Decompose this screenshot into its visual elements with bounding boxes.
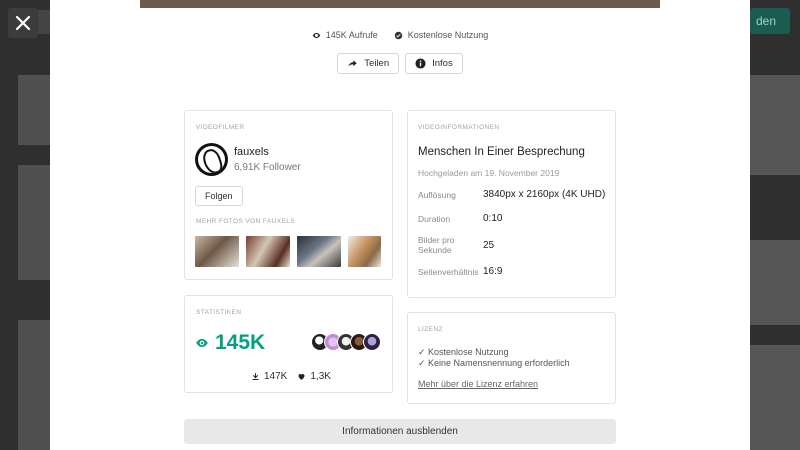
backdrop-left-button: [38, 10, 50, 34]
avatar-logo-icon: [198, 146, 225, 173]
total-views-value: 145K: [215, 331, 266, 354]
eye-icon: [312, 32, 320, 38]
license-label: Kostenlose Nutzung: [407, 30, 489, 40]
likes-stat: 1,3K: [297, 371, 331, 382]
info-value: 0:10: [483, 213, 503, 224]
info-value: 3840px x 2160px (4K UHD): [483, 189, 606, 200]
total-views: 145K: [195, 331, 265, 355]
more-photos-caption: MEHR FOTOS VON FAUXELS: [196, 218, 295, 225]
info-key: Seitenverhältnis: [418, 266, 479, 277]
license-link[interactable]: Mehr über die Lizenz erfahren: [418, 379, 538, 389]
backdrop-left-column: [0, 0, 50, 450]
backdrop-thumbnail: [750, 75, 800, 175]
photographer-name[interactable]: fauxels: [234, 146, 269, 158]
likes-value: 1,3K: [310, 371, 331, 382]
downloads-value: 147K: [264, 371, 288, 382]
backdrop-thumbnail: [750, 240, 800, 325]
license-stat: Kostenlose Nutzung: [394, 30, 489, 40]
recent-viewers: [311, 333, 381, 351]
sub-stats: 147K 1,3K: [251, 371, 331, 382]
backdrop-cta-button: den: [750, 8, 790, 34]
follower-count: 6,91K Follower: [234, 162, 301, 173]
heart-icon: [298, 374, 305, 380]
license-card: LIZENZ ✓ Kostenlose Nutzung ✓ Keine Name…: [407, 312, 616, 404]
video-info-caption: VIDEOINFORMATIONEN: [418, 124, 500, 131]
info-label: Infos: [432, 58, 453, 69]
backdrop-thumbnail: [750, 345, 800, 450]
info-value: 16:9: [483, 266, 503, 277]
info-row-resolution: Auflösung 3840px x 2160px (4K UHD): [418, 189, 608, 200]
info-icon: [415, 58, 426, 69]
video-info-card: VIDEOINFORMATIONEN Menschen In Einer Bes…: [407, 110, 616, 298]
photo-thumbnail[interactable]: [195, 236, 239, 267]
statistics-card: STATISTIKEN 145K 147K 1,3K: [184, 295, 393, 393]
backdrop-thumbnail: [18, 165, 50, 280]
more-photos-list: [195, 236, 381, 267]
action-buttons: Teilen Infos: [50, 53, 750, 74]
video-details-modal: 145K Aufrufe Kostenlose Nutzung Teilen I…: [50, 0, 750, 450]
statistics-caption: STATISTIKEN: [196, 309, 242, 316]
info-value: 25: [483, 239, 495, 251]
license-caption: LIZENZ: [418, 326, 443, 333]
views-label: 145K Aufrufe: [325, 30, 378, 40]
download-icon: [252, 373, 259, 380]
follow-button[interactable]: Folgen: [195, 186, 243, 206]
backdrop-thumbnail: [18, 75, 50, 145]
info-button[interactable]: Infos: [405, 53, 463, 74]
license-item: ✓ Kostenlose Nutzung: [418, 347, 509, 357]
info-key: Bilder pro Sekunde: [418, 235, 455, 255]
share-arrow-icon: [348, 60, 357, 67]
photo-thumbnail[interactable]: [348, 236, 381, 267]
backdrop-thumbnail: [18, 320, 50, 450]
photographer-caption: VIDEOFILMER: [196, 124, 245, 131]
video-title: Menschen In Einer Besprechung: [418, 146, 585, 158]
close-button[interactable]: [8, 8, 38, 38]
downloads-stat: 147K: [251, 371, 287, 382]
photographer-avatar[interactable]: [195, 143, 228, 176]
views-stat: 145K Aufrufe: [312, 30, 378, 40]
hide-info-button[interactable]: Informationen ausblenden: [184, 419, 616, 444]
info-row-fps: Bilder pro Sekunde 25: [418, 235, 608, 255]
photo-thumbnail[interactable]: [246, 236, 290, 267]
backdrop-right-column: den: [750, 0, 800, 450]
info-row-duration: Duration 0:10: [418, 213, 608, 224]
check-badge-icon: [394, 31, 402, 39]
upload-date: Hochgeladen am 19. November 2019: [418, 168, 560, 178]
share-button[interactable]: Teilen: [337, 53, 400, 74]
info-row-aspect-ratio: Seitenverhältnis 16:9: [418, 266, 608, 277]
info-key: Auflösung: [418, 189, 456, 200]
video-preview[interactable]: [140, 0, 660, 8]
quick-stats: 145K Aufrufe Kostenlose Nutzung: [50, 30, 750, 40]
eye-icon: [196, 338, 208, 348]
share-label: Teilen: [364, 58, 390, 69]
viewer-avatar[interactable]: [363, 333, 381, 351]
photo-thumbnail[interactable]: [297, 236, 341, 267]
info-key: Duration: [418, 213, 451, 224]
photographer-card: VIDEOFILMER fauxels 6,91K Follower Folge…: [184, 110, 393, 280]
license-item: ✓ Keine Namensnennung erforderlich: [418, 358, 570, 368]
close-icon: [15, 15, 31, 31]
